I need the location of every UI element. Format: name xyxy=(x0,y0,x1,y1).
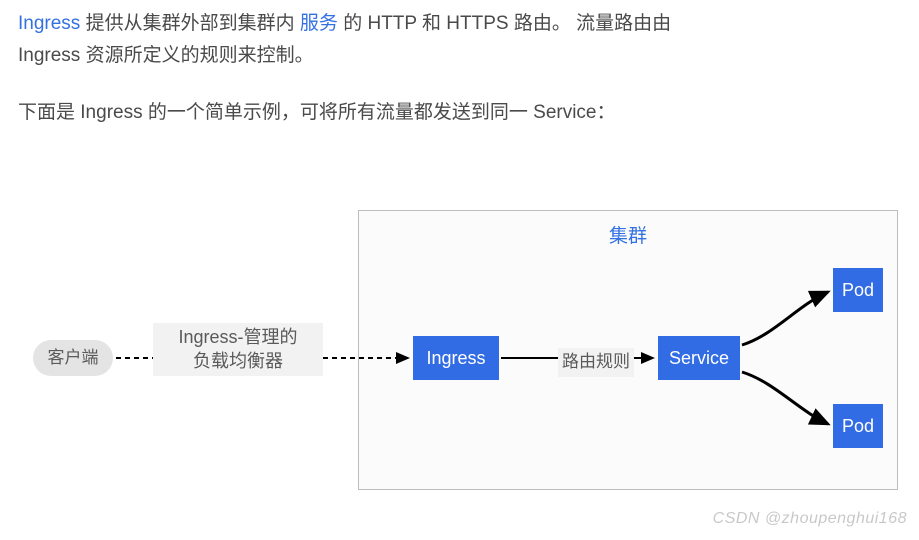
ingress-link[interactable]: Ingress xyxy=(18,13,80,34)
text-segment: 提供从集群外部到集群内 xyxy=(86,13,295,34)
intro-paragraph-1: Ingress 提供从集群外部到集群内 服务 的 HTTP 和 HTTPS 路由… xyxy=(18,8,698,73)
lb-line1: Ingress-管理的 xyxy=(157,325,319,349)
arrow-service-to-pod2 xyxy=(742,372,828,424)
pod-box-1: Pod xyxy=(833,268,883,312)
lb-line2: 负载均衡器 xyxy=(157,349,319,373)
routing-rule-label: 路由规则 xyxy=(558,348,634,377)
load-balancer-label: Ingress-管理的 负载均衡器 xyxy=(153,323,323,376)
service-box: Service xyxy=(658,336,740,380)
service-link[interactable]: 服务 xyxy=(300,13,338,34)
ingress-box: Ingress xyxy=(413,336,499,380)
arrow-service-to-pod1 xyxy=(742,292,828,345)
watermark: CSDN @zhoupenghui168 xyxy=(713,505,907,532)
ingress-diagram: 集群 客户端 Ingress-管理的 负载均衡器 Ingress 路由规则 Se… xyxy=(18,200,898,500)
intro-paragraph-2: 下面是 Ingress 的一个简单示例，可将所有流量都发送到同一 Service… xyxy=(18,97,698,129)
client-node: 客户端 xyxy=(33,340,113,376)
pod-box-2: Pod xyxy=(833,404,883,448)
